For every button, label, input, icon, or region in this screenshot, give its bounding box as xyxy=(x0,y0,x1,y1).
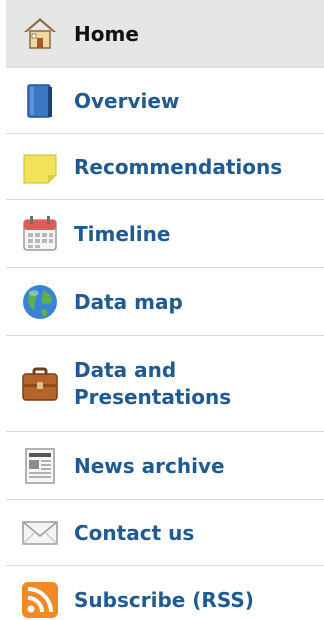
nav-item-label: Recommendations xyxy=(74,155,283,179)
nav-item-subscribe-rss[interactable]: Subscribe (RSS) xyxy=(6,566,324,618)
sidebar-nav: Home Overview Recommendations Timeline D… xyxy=(0,0,324,618)
envelope-icon xyxy=(22,521,58,545)
nav-item-label-line2: Presentations xyxy=(74,385,232,409)
nav-item-contact-us[interactable]: Contact us xyxy=(6,500,324,566)
nav-item-label: Contact us xyxy=(74,521,195,545)
nav-item-label: News archive xyxy=(74,454,225,478)
nav-item-news-archive[interactable]: News archive xyxy=(6,432,324,500)
nav-item-label: Data map xyxy=(74,290,183,314)
home-icon xyxy=(24,18,56,49)
note-icon xyxy=(23,154,57,184)
globe-icon xyxy=(23,285,57,319)
nav-item-label: Subscribe (RSS) xyxy=(74,588,254,612)
nav-item-home[interactable]: Home xyxy=(6,0,324,68)
calendar-icon xyxy=(23,216,57,251)
book-icon xyxy=(27,84,52,118)
nav-item-label: Overview xyxy=(74,89,180,113)
newspaper-icon xyxy=(25,448,55,484)
rss-icon xyxy=(22,582,58,618)
nav-item-data-map[interactable]: Data map xyxy=(6,268,324,336)
nav-item-label-line1: Data and xyxy=(74,358,177,382)
nav-item-label: Timeline xyxy=(74,222,171,246)
nav-item-data-and-presentations[interactable]: Data and Presentations xyxy=(6,336,324,432)
nav-item-timeline[interactable]: Timeline xyxy=(6,200,324,268)
briefcase-icon xyxy=(22,367,58,401)
nav-item-overview[interactable]: Overview xyxy=(6,68,324,134)
nav-item-label: Home xyxy=(74,22,139,46)
nav-item-recommendations[interactable]: Recommendations xyxy=(6,134,324,200)
